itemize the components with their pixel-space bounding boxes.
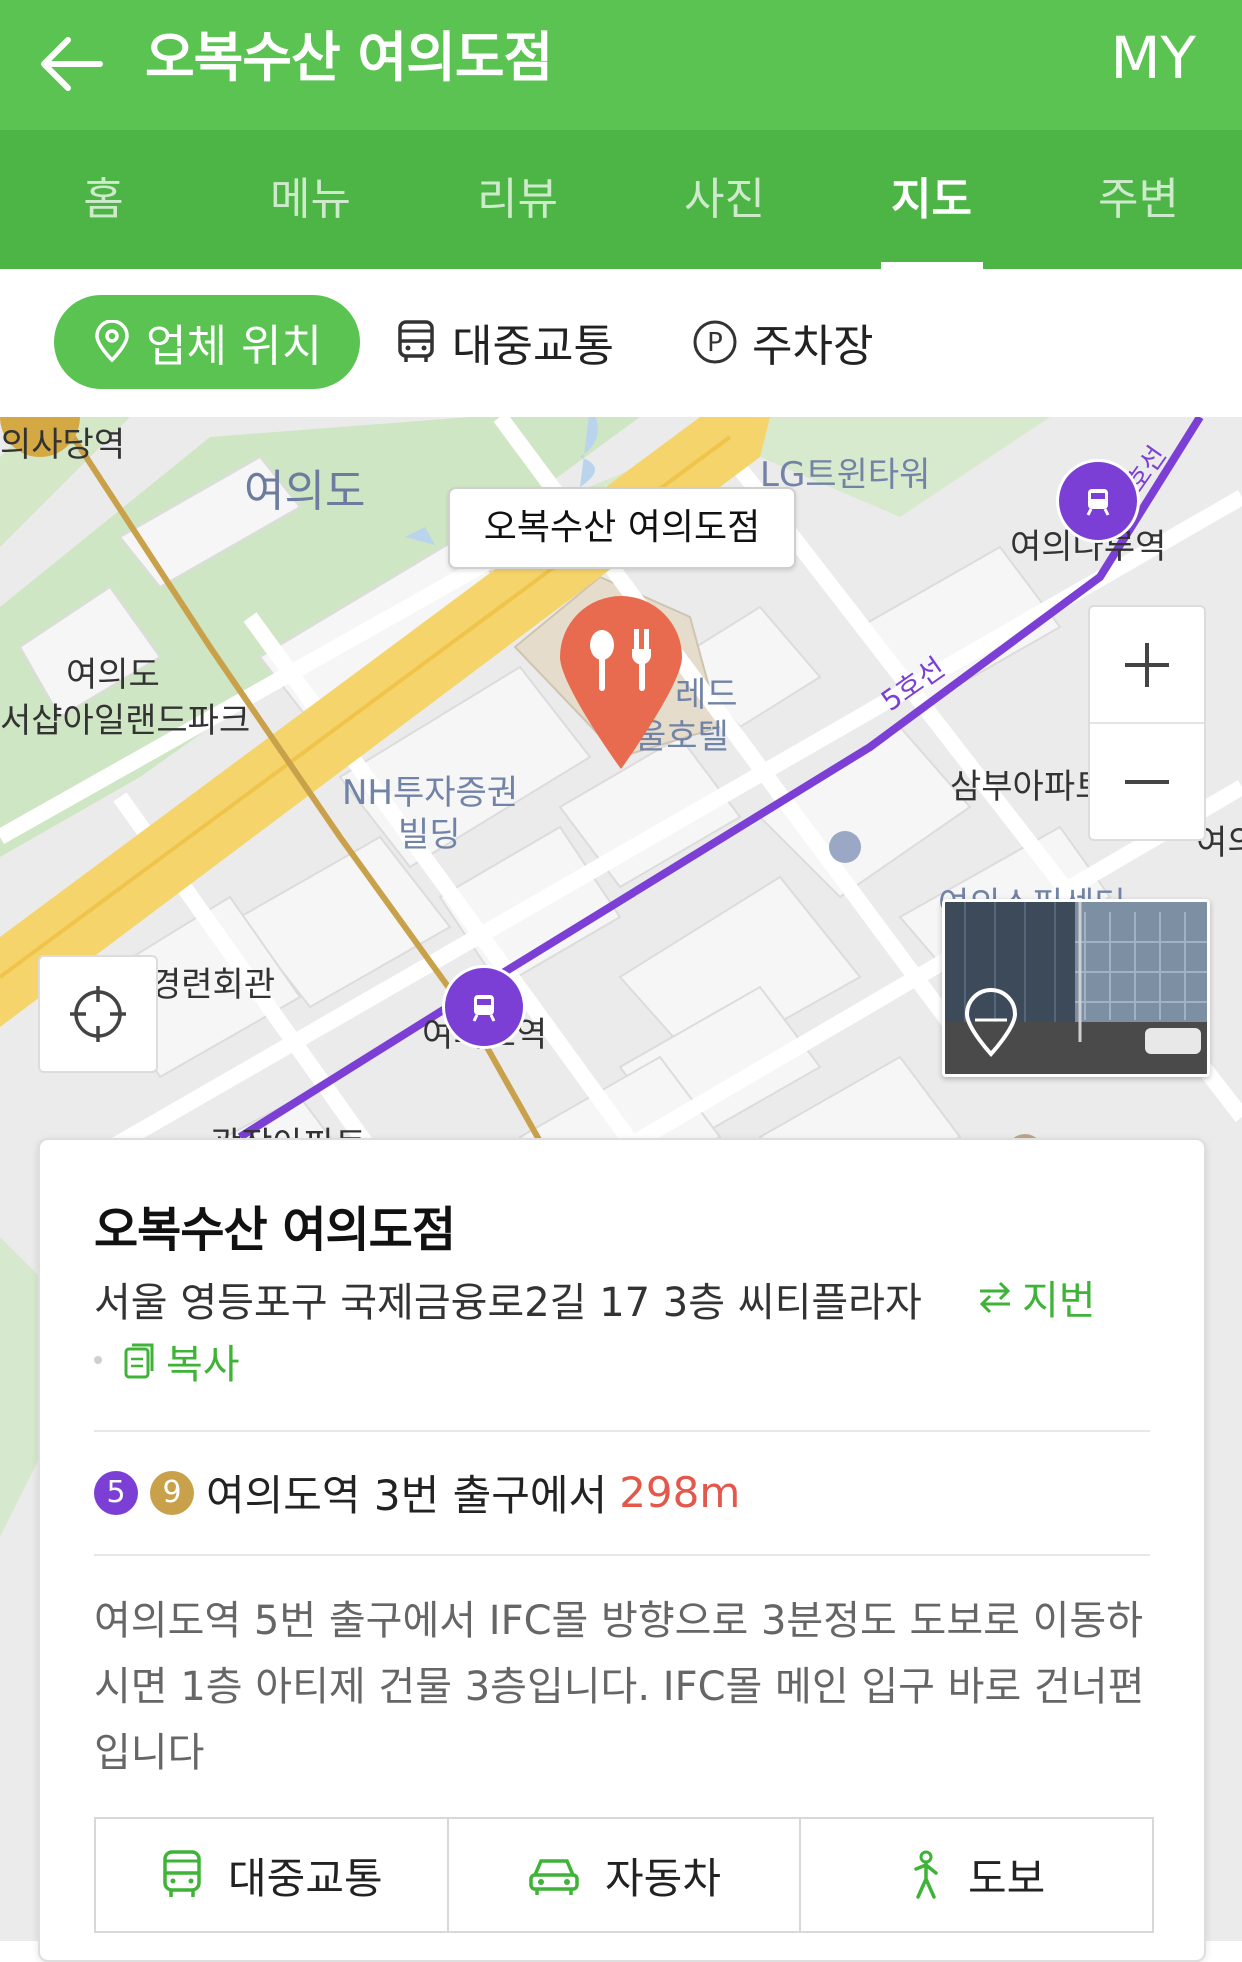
- station-distance: 298m: [619, 1468, 741, 1517]
- zoom-out-button[interactable]: [1090, 722, 1204, 839]
- route-transit-button[interactable]: 대중교통: [96, 1819, 447, 1931]
- walk-icon: [914, 1850, 938, 1899]
- page-title: 오복수산 여의도점: [145, 26, 553, 89]
- line-9-badge: 9: [150, 1470, 194, 1515]
- street-view-thumbnail[interactable]: [942, 899, 1210, 1077]
- route-buttons: 대중교통 자동차 도보: [94, 1817, 1154, 1933]
- map-subnav: 업체 위치 대중교통 P 주차장: [0, 269, 1242, 417]
- copy-address-button[interactable]: 복사: [122, 1332, 240, 1390]
- map-label-assembly-station: 의사당역: [0, 425, 126, 465]
- street-view-image: [945, 902, 1207, 1074]
- bus-icon: [398, 320, 434, 362]
- business-callout: 오복수산 여의도점: [448, 487, 796, 569]
- parking-label: 주차장: [752, 321, 874, 372]
- swap-arrows-icon: [979, 1281, 1011, 1314]
- subway-icon: [1086, 489, 1110, 516]
- app-header: 오복수산 여의도점 MY: [0, 0, 1242, 130]
- minus-icon: [1125, 779, 1169, 784]
- public-transit-button[interactable]: 대중교통: [396, 295, 614, 389]
- route-car-button[interactable]: 자동차: [446, 1819, 800, 1931]
- map-label-sambu-apt: 삼부아파트: [950, 767, 1107, 807]
- jibun-label: 지번: [1022, 1278, 1096, 1324]
- map-label-kyungryun-hall: 경련회관: [150, 965, 276, 1005]
- nearest-station-row: 5 9 여의도역 3번 출구에서 298m: [94, 1462, 740, 1523]
- tab-review[interactable]: 리뷰: [414, 130, 621, 269]
- map-label-yeouido-park-1: 여의도: [66, 655, 160, 695]
- route-walk-label: 도보: [968, 1853, 1046, 1903]
- svg-text:P: P: [707, 328, 723, 358]
- restaurant-pin-icon[interactable]: [556, 593, 686, 775]
- bus-icon: [163, 1850, 201, 1897]
- route-transit-label: 대중교통: [228, 1853, 383, 1903]
- map-label-nh-building-2: 빌딩: [398, 815, 461, 855]
- my-button[interactable]: MY: [1111, 22, 1196, 94]
- copy-label: 복사: [166, 1342, 240, 1388]
- tab-bar: 홈 메뉴 리뷰 사진 지도 주변: [0, 130, 1242, 269]
- back-button[interactable]: [36, 28, 108, 100]
- copy-icon: [124, 1343, 154, 1379]
- tab-map[interactable]: 지도: [828, 130, 1035, 269]
- separator-dot: [94, 1356, 102, 1364]
- place-name: 오복수산 여의도점: [94, 1202, 456, 1258]
- subway-icon: [472, 995, 496, 1022]
- yeouido-station-marker[interactable]: [442, 965, 526, 1049]
- station-exit-text: 여의도역 3번 출구에서: [206, 1471, 608, 1520]
- place-info-card: 오복수산 여의도점 서울 영등포구 국제금융로2길 17 3층 씨티플라자 지번…: [38, 1138, 1206, 1962]
- zoom-in-button[interactable]: [1090, 607, 1204, 722]
- arrow-left-icon: [41, 37, 103, 91]
- business-location-label: 업체 위치: [146, 321, 322, 372]
- zoom-controls: [1088, 605, 1206, 841]
- car-icon: [529, 1859, 579, 1895]
- current-location-button[interactable]: [38, 955, 158, 1073]
- road-address: 서울 영등포구 국제금융로2길 17 3층 씨티플라자: [94, 1280, 922, 1326]
- map-label-yeouido-park-2: 서샵아일랜드파크: [0, 701, 251, 741]
- tab-photo[interactable]: 사진: [621, 130, 828, 269]
- jibun-toggle-button[interactable]: 지번: [976, 1268, 1096, 1326]
- parking-icon: P: [693, 320, 737, 364]
- business-location-button[interactable]: 업체 위치: [54, 295, 360, 389]
- plus-icon: [1125, 642, 1169, 687]
- map-label-yeouido-district: 여의도: [244, 466, 366, 517]
- route-walk-button[interactable]: 도보: [799, 1819, 1152, 1931]
- location-pin-icon: [95, 320, 129, 363]
- tab-nearby[interactable]: 주변: [1035, 130, 1242, 269]
- directions-description: 여의도역 5번 출구에서 IFC몰 방향으로 3분정도 도보로 이동하시면 1층…: [94, 1598, 1145, 1776]
- divider: [94, 1430, 1150, 1432]
- tab-menu[interactable]: 메뉴: [207, 130, 414, 269]
- crosshair-icon: [70, 986, 126, 1042]
- yeouinaru-station-marker[interactable]: [1056, 459, 1140, 543]
- divider: [94, 1554, 1150, 1556]
- route-car-label: 자동차: [605, 1853, 721, 1903]
- public-transit-label: 대중교통: [452, 321, 614, 372]
- parking-button[interactable]: P 주차장: [692, 295, 873, 389]
- tab-home[interactable]: 홈: [0, 130, 207, 269]
- line-5-badge: 5: [94, 1470, 138, 1515]
